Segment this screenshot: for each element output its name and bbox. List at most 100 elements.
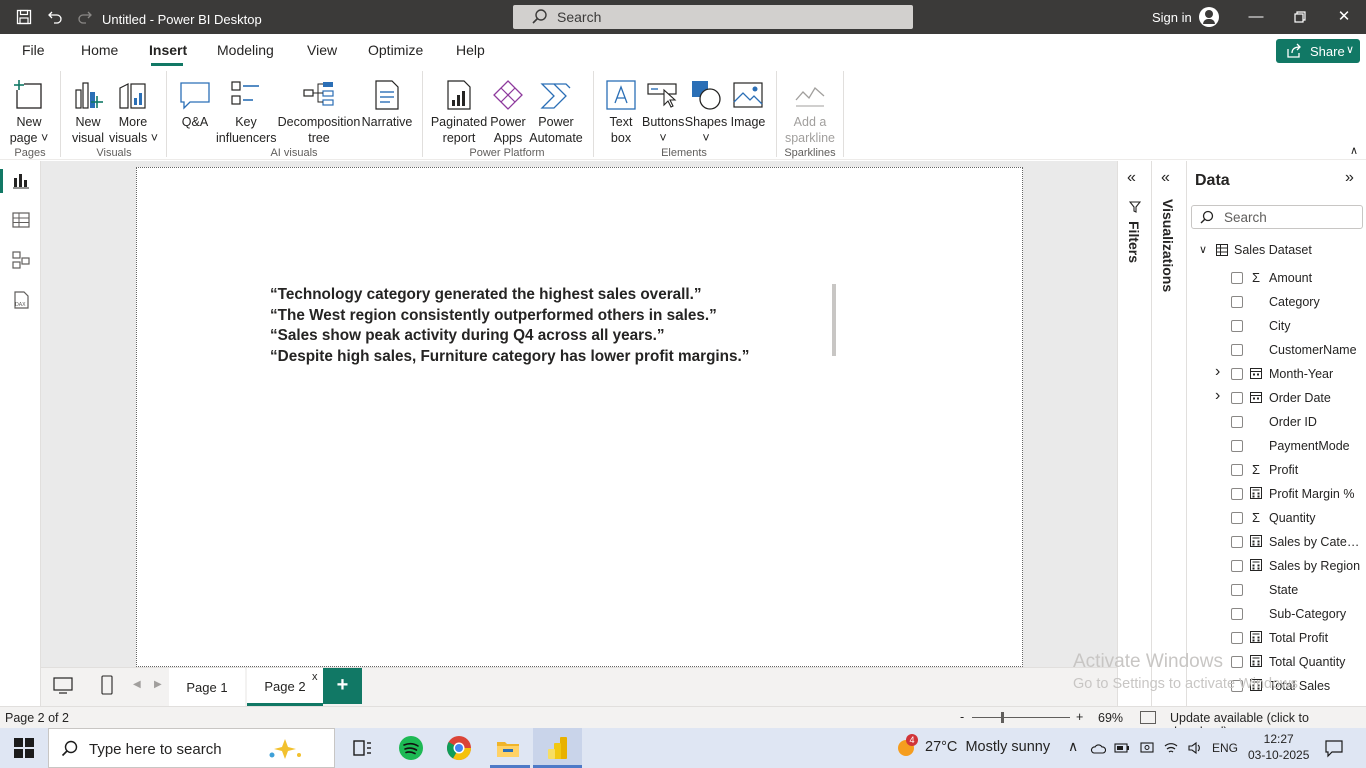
shapes-button[interactable]: Shapes ˅ <box>684 70 728 146</box>
decomposition-tree-button[interactable]: Decomposition tree <box>277 70 361 146</box>
account-avatar-icon[interactable] <box>1199 7 1219 27</box>
field-checkbox[interactable] <box>1231 560 1243 572</box>
tab-modeling[interactable]: Modeling <box>217 42 274 58</box>
spotify-icon[interactable] <box>397 734 425 762</box>
add-page-button[interactable]: + <box>323 668 362 704</box>
collapse-data-pane-icon[interactable]: » <box>1345 169 1354 187</box>
report-view-icon[interactable] <box>10 169 32 191</box>
field-checkbox[interactable] <box>1231 440 1243 452</box>
buttons-button[interactable]: Buttons ˅ <box>642 70 684 146</box>
chevron-right-icon[interactable]: › <box>1215 387 1220 405</box>
zoom-out-button[interactable]: - <box>960 710 964 724</box>
field-item[interactable]: Category <box>1187 290 1366 314</box>
tab-help[interactable]: Help <box>456 42 485 58</box>
collapse-ribbon-icon[interactable]: ∧ <box>1350 144 1358 157</box>
model-view-icon[interactable] <box>10 249 32 271</box>
windows-start-icon[interactable] <box>14 738 34 758</box>
taskbar-search-box[interactable]: Type here to search <box>48 728 335 768</box>
scroll-right-icon[interactable]: ▶ <box>154 679 162 690</box>
chevron-right-icon[interactable]: › <box>1215 363 1220 381</box>
wifi-icon[interactable] <box>1163 740 1179 756</box>
tab-file[interactable]: File <box>22 42 45 58</box>
mobile-layout-icon[interactable] <box>101 675 113 695</box>
system-clock[interactable]: 12:27 03-10-2025 <box>1248 731 1309 763</box>
insights-text-box[interactable]: “Technology category generated the highe… <box>270 285 850 368</box>
zoom-slider[interactable] <box>972 717 1070 718</box>
zoom-level[interactable]: 69% <box>1098 711 1123 725</box>
text-box-button[interactable]: Text box <box>600 70 642 146</box>
field-checkbox[interactable] <box>1231 608 1243 620</box>
tab-optimize[interactable]: Optimize <box>368 42 423 58</box>
dax-query-view-icon[interactable]: DAX <box>10 289 32 311</box>
save-icon[interactable] <box>15 8 33 26</box>
more-visuals-button[interactable]: More visuals ˅ <box>109 70 158 146</box>
qna-button[interactable]: Q&A <box>174 70 216 146</box>
field-checkbox[interactable] <box>1231 416 1243 428</box>
field-checkbox[interactable] <box>1231 392 1243 404</box>
add-sparkline-button[interactable]: Add a sparkline <box>782 70 838 146</box>
tab-page-1[interactable]: Page 1 <box>169 668 245 706</box>
new-page-button[interactable]: New page ˅ <box>6 70 52 146</box>
notifications-icon[interactable] <box>1324 738 1344 758</box>
expand-visualizations-icon[interactable]: « <box>1161 169 1170 187</box>
field-item[interactable]: Sales by Region <box>1187 554 1366 578</box>
field-checkbox[interactable] <box>1231 512 1243 524</box>
weather-text[interactable]: 27°C Mostly sunny <box>925 739 1050 755</box>
chevron-up-icon[interactable]: ∧ <box>1068 738 1078 755</box>
volume-icon[interactable] <box>1187 740 1203 756</box>
chrome-icon[interactable] <box>445 734 473 762</box>
field-item[interactable]: State <box>1187 578 1366 602</box>
tab-insert[interactable]: Insert <box>149 42 187 58</box>
field-checkbox[interactable] <box>1231 464 1243 476</box>
field-checkbox[interactable] <box>1231 344 1243 356</box>
input-language[interactable]: ENG <box>1212 741 1238 755</box>
field-item[interactable]: Sales by Catego... <box>1187 530 1366 554</box>
title-search-box[interactable]: Search <box>513 5 913 29</box>
new-visual-button[interactable]: New visual <box>68 70 108 146</box>
field-checkbox[interactable] <box>1231 536 1243 548</box>
scroll-left-icon[interactable]: ◀ <box>133 679 141 690</box>
field-checkbox[interactable] <box>1231 296 1243 308</box>
field-checkbox[interactable] <box>1231 320 1243 332</box>
redo-icon[interactable] <box>76 8 94 26</box>
text-box-scrollbar[interactable] <box>832 284 836 356</box>
paginated-report-button[interactable]: Paginated report <box>430 70 488 146</box>
field-item[interactable]: City <box>1187 314 1366 338</box>
field-checkbox[interactable] <box>1231 272 1243 284</box>
field-item[interactable]: Sub-Category <box>1187 602 1366 626</box>
close-icon[interactable]: ✕ <box>1332 6 1356 28</box>
field-checkbox[interactable] <box>1231 368 1243 380</box>
field-checkbox[interactable] <box>1231 584 1243 596</box>
image-button[interactable]: Image <box>728 70 768 146</box>
battery-icon[interactable] <box>1114 740 1130 756</box>
field-item[interactable]: Σ Profit <box>1187 458 1366 482</box>
maximize-icon[interactable] <box>1288 6 1312 28</box>
onedrive-icon[interactable] <box>1090 740 1106 756</box>
tab-view[interactable]: View <box>307 42 337 58</box>
field-checkbox[interactable] <box>1231 488 1243 500</box>
expand-filters-icon[interactable]: « <box>1127 169 1136 187</box>
field-item[interactable]: Profit Margin % <box>1187 482 1366 506</box>
zoom-slider-thumb[interactable] <box>1001 712 1004 723</box>
field-item[interactable]: Σ Amount <box>1187 266 1366 290</box>
sign-in-link[interactable]: Sign in <box>1152 10 1192 25</box>
field-item[interactable]: PaymentMode <box>1187 434 1366 458</box>
field-item[interactable]: Total Profit <box>1187 626 1366 650</box>
undo-icon[interactable] <box>46 8 64 26</box>
tab-home[interactable]: Home <box>81 42 118 58</box>
desktop-layout-icon[interactable] <box>53 677 73 695</box>
power-automate-button[interactable]: Power Automate <box>528 70 584 146</box>
field-item[interactable]: Σ Quantity <box>1187 506 1366 530</box>
field-item[interactable]: › Order Date <box>1187 386 1366 410</box>
field-item[interactable]: Order ID <box>1187 410 1366 434</box>
file-explorer-icon[interactable] <box>494 734 522 762</box>
field-checkbox[interactable] <box>1231 632 1243 644</box>
key-influencers-button[interactable]: Key influencers <box>216 70 276 146</box>
zoom-in-button[interactable]: + <box>1076 710 1083 724</box>
field-item[interactable]: CustomerName <box>1187 338 1366 362</box>
visualizations-label[interactable]: Visualizations <box>1160 199 1176 292</box>
narrative-button[interactable]: Narrative <box>361 70 413 146</box>
meet-now-icon[interactable] <box>1139 740 1155 756</box>
field-item[interactable]: › Month-Year <box>1187 362 1366 386</box>
close-page-tab-icon[interactable]: x <box>312 671 318 683</box>
